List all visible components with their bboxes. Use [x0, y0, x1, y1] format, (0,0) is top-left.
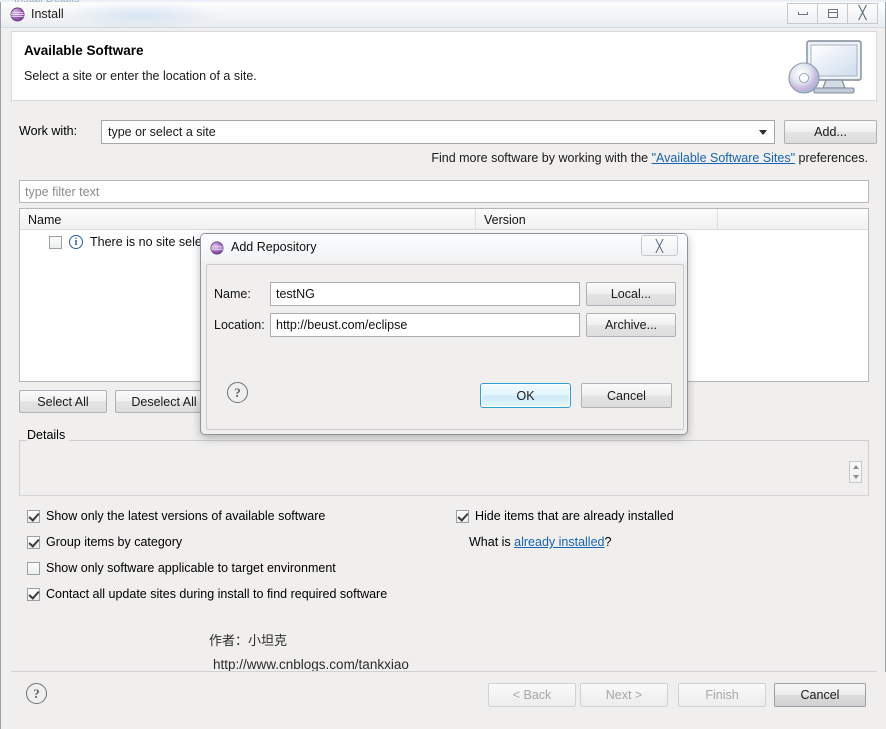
- location-input-value: http://beust.com/eclipse: [276, 318, 408, 332]
- window-controls: ╳: [787, 3, 878, 24]
- chevron-down-icon: [759, 130, 767, 135]
- option-hide-installed-label: Hide items that are already installed: [475, 509, 674, 523]
- finish-button[interactable]: Finish: [678, 683, 766, 707]
- location-label: Location:: [214, 318, 265, 332]
- details-panel: [19, 440, 869, 496]
- watermark-url: http://www.cnblogs.com/tankxiao: [213, 657, 409, 672]
- name-label: Name:: [214, 287, 251, 301]
- option-group-by-category[interactable]: Group items by category: [27, 535, 182, 549]
- minimize-button[interactable]: [787, 3, 818, 24]
- find-more-software-text: Find more software by working with the "…: [431, 151, 868, 165]
- already-installed-link[interactable]: already installed: [514, 535, 604, 549]
- filter-placeholder: type filter text: [25, 184, 100, 199]
- work-with-value: type or select a site: [108, 125, 216, 139]
- watermark-author: 作者：小坦克: [209, 634, 288, 649]
- dialog-title: Add Repository: [231, 240, 317, 254]
- table-header: Name Version: [20, 209, 868, 230]
- spinner-up-icon[interactable]: [852, 465, 859, 469]
- column-header-name[interactable]: Name: [20, 209, 476, 230]
- find-more-suffix: preferences.: [795, 151, 869, 165]
- dialog-help-button[interactable]: ?: [227, 382, 248, 403]
- eclipse-sphere-icon: [210, 241, 224, 255]
- dialog-cancel-button[interactable]: Cancel: [581, 383, 672, 408]
- option-hide-installed-checkbox[interactable]: [456, 509, 469, 523]
- page-title: Available Software: [24, 43, 144, 58]
- spinner-down-icon[interactable]: [852, 475, 859, 479]
- what-is-suffix: ?: [604, 535, 612, 549]
- close-icon: ╳: [655, 238, 664, 253]
- local-button[interactable]: Local...: [586, 282, 676, 306]
- details-label: Details: [27, 428, 70, 442]
- work-with-combo[interactable]: type or select a site: [101, 120, 775, 144]
- name-input[interactable]: testNG: [270, 282, 580, 306]
- filter-input[interactable]: type filter text: [19, 180, 869, 203]
- maximize-button[interactable]: [817, 3, 848, 24]
- archive-button[interactable]: Archive...: [586, 313, 676, 337]
- option-contact-update-sites[interactable]: Contact all update sites during install …: [27, 587, 387, 601]
- what-is-prefix: What is: [469, 535, 515, 549]
- cancel-button[interactable]: Cancel: [774, 683, 866, 707]
- details-spinner[interactable]: [849, 461, 862, 483]
- next-button[interactable]: Next >: [580, 683, 668, 707]
- dialog-close-button[interactable]: ╳: [641, 235, 678, 256]
- computer-with-cd-icon: [788, 40, 862, 94]
- work-with-row: Work with: type or select a site Add...: [19, 120, 877, 144]
- help-button[interactable]: ?: [26, 683, 47, 704]
- option-show-latest-versions-checkbox[interactable]: [27, 509, 40, 523]
- option-show-latest-versions[interactable]: Show only the latest versions of availab…: [27, 509, 325, 523]
- option-hide-installed[interactable]: Hide items that are already installed: [456, 509, 674, 523]
- maximize-icon: [827, 9, 838, 18]
- close-button[interactable]: ╳: [847, 3, 878, 24]
- option-group-by-category-checkbox[interactable]: [27, 535, 40, 549]
- page-subtitle: Select a site or enter the location of a…: [24, 69, 257, 83]
- window-titlebar: Install ╳: [1, 2, 885, 28]
- location-input[interactable]: http://beust.com/eclipse: [270, 313, 580, 337]
- wizard-banner: Available Software Select a site or ente…: [11, 31, 877, 101]
- close-icon: ╳: [858, 6, 867, 21]
- eclipse-sphere-icon: [10, 7, 25, 22]
- add-repository-dialog: Add Repository ╳ Name: testNG Local... L…: [200, 233, 688, 435]
- back-button[interactable]: < Back: [488, 683, 576, 707]
- ok-button[interactable]: OK: [480, 383, 571, 408]
- minimize-icon: [797, 12, 808, 15]
- option-show-latest-versions-label: Show only the latest versions of availab…: [46, 509, 326, 523]
- work-with-label: Work with:: [19, 124, 78, 138]
- info-icon: i: [69, 235, 83, 249]
- option-target-environment-label: Show only software applicable to target …: [46, 561, 336, 575]
- window-title: Install: [31, 7, 64, 21]
- titlebar-glow: [61, 2, 221, 28]
- details-group: Details: [19, 428, 869, 496]
- select-all-button[interactable]: Select All: [19, 390, 107, 413]
- option-group-by-category-label: Group items by category: [46, 535, 183, 549]
- what-is-already-installed-text: What is already installed?: [469, 535, 611, 549]
- wizard-footer: ? < Back Next > Finish Cancel: [1, 672, 886, 729]
- column-header-blank[interactable]: [718, 209, 868, 230]
- option-contact-update-sites-checkbox[interactable]: [27, 587, 40, 601]
- screen-root: Install Details Install: [0, 0, 886, 729]
- option-target-environment-checkbox[interactable]: [27, 561, 40, 575]
- dialog-titlebar: Add Repository ╳: [201, 234, 687, 262]
- name-input-value: testNG: [276, 287, 315, 301]
- column-header-version[interactable]: Version: [476, 209, 718, 230]
- row-checkbox[interactable]: [49, 235, 62, 249]
- available-software-sites-link[interactable]: "Available Software Sites": [652, 151, 795, 165]
- option-contact-update-sites-label: Contact all update sites during install …: [46, 587, 388, 601]
- find-more-prefix: Find more software by working with the: [431, 151, 652, 165]
- option-target-environment[interactable]: Show only software applicable to target …: [27, 561, 336, 575]
- deselect-all-button[interactable]: Deselect All: [115, 390, 213, 413]
- add-repository-button[interactable]: Add...: [784, 120, 877, 144]
- dialog-body: Name: testNG Local... Location: http://b…: [206, 264, 684, 430]
